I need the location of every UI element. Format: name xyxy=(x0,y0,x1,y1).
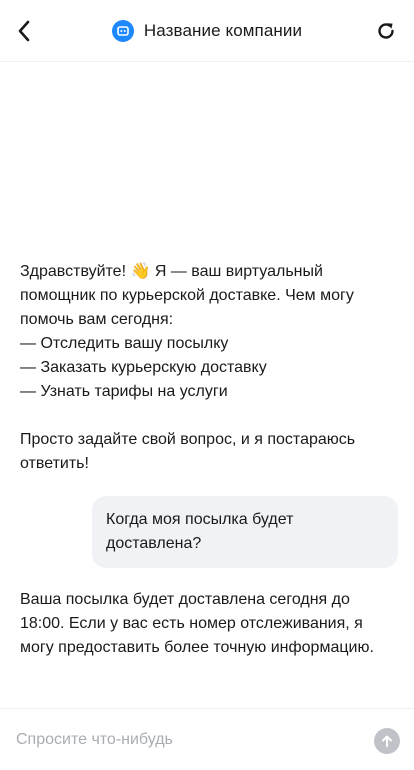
header-bar: Название компании xyxy=(0,0,414,62)
message-line: Когда моя посылка будет xyxy=(106,511,294,528)
message-line: помощник по курьерской доставке. Чем мог… xyxy=(20,287,354,304)
bot-message-greeting: Здравствуйте! 👋 Я — ваш виртуальный помо… xyxy=(20,260,400,476)
message-input[interactable] xyxy=(16,727,356,753)
message-line: Просто задайте свой вопрос, и я постараю… xyxy=(20,431,356,448)
message-option: — Узнать тарифы на услуги xyxy=(20,383,228,400)
message-line: могу предоставить более точную информаци… xyxy=(20,639,374,656)
bot-message-answer: Ваша посылка будет доставлена сегодня до… xyxy=(20,588,400,660)
message-line: Здравствуйте! 👋 Я — ваш виртуальный xyxy=(20,263,323,280)
header-title-group: Название компании xyxy=(0,18,414,44)
message-line: 18:00. Если у вас есть номер отслеживани… xyxy=(20,615,363,632)
message-line: доставлена? xyxy=(106,535,202,552)
chat-bot-icon xyxy=(111,20,134,42)
message-line: ответить! xyxy=(20,455,89,472)
chat-area: Здравствуйте! 👋 Я — ваш виртуальный помо… xyxy=(0,62,414,708)
message-line: Ваша посылка будет доставлена сегодня до xyxy=(20,591,350,608)
page-title: Название компании xyxy=(143,21,303,40)
message-composer xyxy=(0,708,414,770)
refresh-button[interactable] xyxy=(372,17,400,45)
send-button[interactable] xyxy=(374,728,400,754)
chat-app: Название компании Здравствуйте! 👋 Я — ва… xyxy=(0,0,414,770)
user-message-bubble: Когда моя посылка будет доставлена? xyxy=(92,496,398,568)
refresh-icon xyxy=(378,23,394,39)
arrow-up-icon xyxy=(382,735,392,747)
message-option: — Заказать курьерскую доставку xyxy=(20,359,267,376)
message-option: — Отследить вашу посылку xyxy=(20,335,229,352)
message-line: помочь вам сегодня: xyxy=(20,311,174,328)
